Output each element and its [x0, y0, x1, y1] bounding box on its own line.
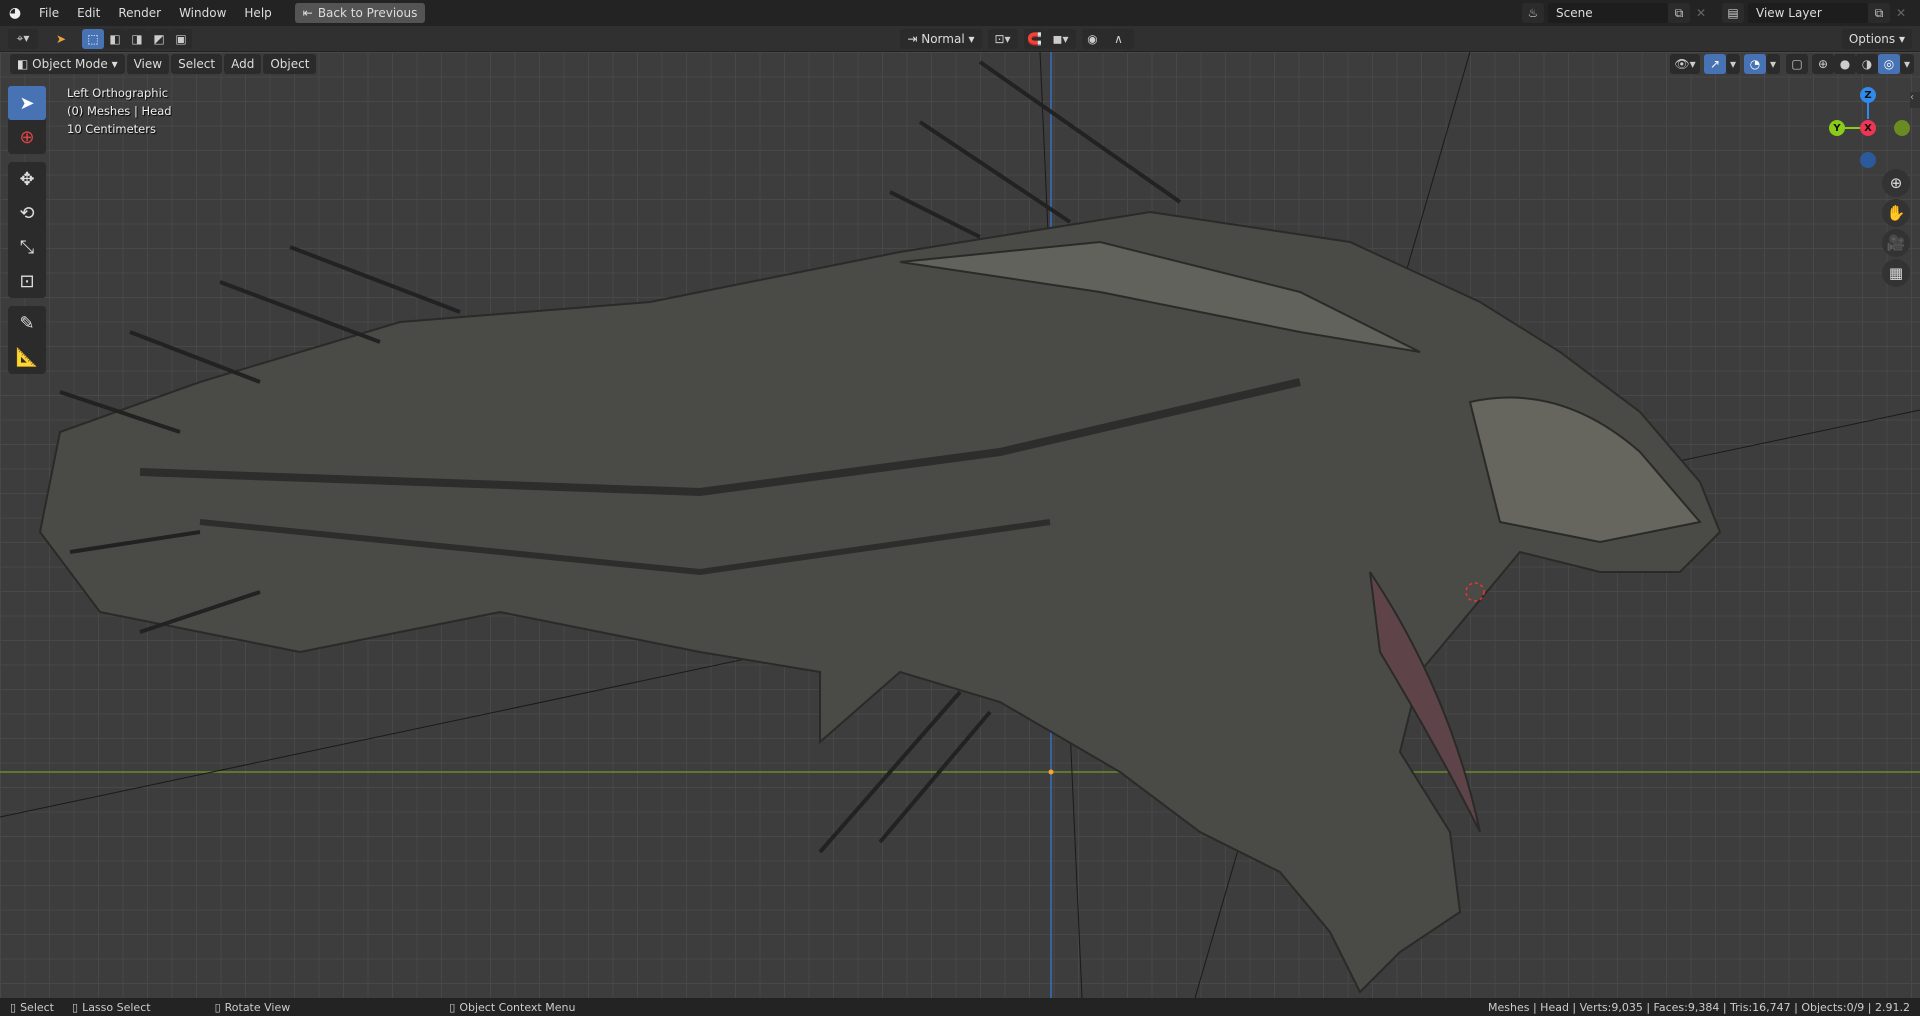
rotate-tool-icon[interactable]: ⟲ — [8, 196, 46, 230]
gizmo-z-axis[interactable]: Z — [1860, 87, 1876, 103]
blender-logo-icon[interactable]: ◕ — [0, 5, 30, 21]
wireframe-shading-icon[interactable]: ⊕ — [1812, 54, 1834, 74]
gizmo-z-line — [1867, 103, 1869, 119]
grid-scale: 10 Centimeters — [67, 122, 156, 136]
menu-help[interactable]: Help — [235, 6, 280, 20]
scale-tool-icon[interactable]: ⤡ — [8, 230, 46, 264]
ortho-toggle-grid-icon[interactable]: ▦ — [1882, 259, 1910, 287]
menu-window[interactable]: Window — [170, 6, 235, 20]
new-scene-icon[interactable]: ⧉ — [1668, 3, 1690, 23]
rendered-shading-icon[interactable]: ◎ — [1878, 54, 1900, 74]
gizmo-neg-z-axis[interactable] — [1860, 152, 1876, 168]
gizmo-toggle-icon[interactable]: ↗ — [1704, 54, 1726, 74]
back-label: Back to Previous — [317, 6, 418, 20]
viewport-header: ◧ Object Mode ▾ View Select Add Object 👁… — [0, 52, 1920, 76]
falloff-icon[interactable]: ∧ — [1103, 28, 1134, 49]
menu-file[interactable]: File — [30, 6, 68, 20]
scene-statistics: Meshes | Head | Verts:9,035 | Faces:9,38… — [1488, 1000, 1910, 1014]
proportional-edit-icon[interactable]: ◉ — [1081, 28, 1104, 49]
editor-type-icon[interactable]: ⌖▾ — [8, 28, 38, 49]
pan-view-icon[interactable]: ✋ — [1882, 199, 1910, 227]
view-layer-icon[interactable]: ▤ — [1722, 3, 1744, 23]
gizmo-y-axis[interactable]: Y — [1829, 120, 1845, 136]
material-shading-icon[interactable]: ◑ — [1856, 54, 1878, 74]
annotate-tool-icon[interactable]: ✎ — [8, 306, 46, 340]
camera-view-icon[interactable]: 🎥 — [1882, 229, 1910, 257]
pivot-point-icon[interactable]: ⊡▾ — [987, 28, 1018, 49]
sidebar-toggle-icon[interactable]: ‹ — [1910, 92, 1920, 108]
overlay-dropdown-icon[interactable]: ▾ — [1766, 54, 1780, 74]
scene-field[interactable]: Scene — [1548, 3, 1668, 23]
snap-icon[interactable]: 🧲 — [1023, 28, 1046, 49]
tool-settings-header: ⌖▾ ➤ ⬚ ◧ ◨ ◩ ▣ ⇥ Normal ▾ ⊡▾ 🧲 ◼▾ ◉ ∧ Op… — [0, 26, 1920, 52]
object-origin — [1048, 769, 1054, 775]
viewport-info: Left Orthographic (0) Meshes | Head 10 C… — [67, 84, 172, 138]
visibility-icon[interactable]: 👁▾ — [1670, 54, 1700, 74]
orientation-icon: ⇥ — [907, 31, 922, 46]
mode-label: Object Mode — [32, 57, 108, 71]
measure-tool-icon[interactable]: 📐 — [8, 340, 46, 374]
menu-add[interactable]: Add — [224, 54, 262, 74]
scene-canvas — [0, 52, 1920, 998]
toolbar-group-select: ➤ ⊕ — [8, 86, 46, 154]
options-dropdown[interactable]: Options ▾ — [1841, 28, 1913, 49]
gizmo-neg-y-axis[interactable] — [1894, 120, 1910, 136]
status-bar: ▯ Select ▯ Lasso Select ▯ Rotate View ▯ Obje… — [0, 998, 1920, 1016]
mouse-left-drag-icon: ▯ — [72, 1000, 79, 1014]
new-view-layer-icon[interactable]: ⧉ — [1868, 3, 1890, 23]
toolbar-group-annotate: ✎ 📐 — [8, 306, 46, 374]
xray-icon[interactable]: ▢ — [1786, 54, 1808, 74]
select-new-mode-icon[interactable]: ⬚ — [82, 28, 104, 49]
3d-viewport[interactable] — [0, 52, 1920, 998]
solid-shading-icon[interactable]: ● — [1834, 54, 1856, 74]
move-tool-icon[interactable]: ✥ — [8, 162, 46, 196]
remove-view-layer-icon[interactable]: ✕ — [1890, 3, 1912, 23]
gizmo-dropdown-icon[interactable]: ▾ — [1726, 54, 1740, 74]
status-select: Select — [20, 1000, 54, 1014]
menu-render[interactable]: Render — [109, 6, 170, 20]
object-mode-icon: ◧ — [17, 57, 33, 71]
menu-select[interactable]: Select — [171, 54, 223, 74]
top-menu-bar: ◕ File Edit Render Window Help ⇤ Back to … — [0, 0, 1920, 26]
gizmo-y-line — [1845, 127, 1860, 129]
zoom-view-icon[interactable]: ⊕ — [1882, 169, 1910, 197]
status-lasso: Lasso Select — [82, 1000, 151, 1014]
overlay-toggle-icon[interactable]: ◔ — [1744, 54, 1766, 74]
select-tool-icon[interactable]: ➤ — [50, 29, 72, 49]
transform-orientation-dropdown[interactable]: ⇥ Normal ▾ — [900, 28, 982, 49]
mode-dropdown[interactable]: ◧ Object Mode ▾ — [10, 54, 125, 74]
mouse-left-icon: ▯ — [10, 1000, 17, 1014]
gizmo-x-axis[interactable]: X — [1860, 120, 1876, 136]
options-label: Options — [1848, 31, 1896, 46]
menu-view[interactable]: View — [126, 54, 170, 74]
shading-dropdown-icon[interactable]: ▾ — [1900, 54, 1914, 74]
toolbar-group-transform: ✥ ⟲ ⤡ ⊡ — [8, 162, 46, 298]
select-box-tool-icon[interactable]: ➤ — [8, 86, 46, 120]
creature-mesh — [38, 210, 1722, 994]
back-icon: ⇤ — [302, 6, 313, 20]
status-rotate: Rotate View — [224, 1000, 291, 1014]
select-extend-mode-icon[interactable]: ◧ — [104, 28, 126, 49]
mouse-middle-icon: ▯ — [214, 1000, 221, 1014]
cursor-tool-icon[interactable]: ⊕ — [8, 120, 46, 154]
snap-target-icon[interactable]: ◼▾ — [1045, 28, 1076, 49]
menu-object[interactable]: Object — [263, 54, 317, 74]
mouse-right-icon: ▯ — [449, 1000, 456, 1014]
back-to-previous-button[interactable]: ⇤ Back to Previous — [294, 3, 426, 23]
select-intersect-mode-icon[interactable]: ▣ — [170, 28, 192, 49]
select-invert-mode-icon[interactable]: ◩ — [148, 28, 170, 49]
view-name: Left Orthographic — [67, 86, 169, 100]
orientation-label: Normal — [921, 31, 965, 46]
remove-scene-icon[interactable]: ✕ — [1690, 3, 1712, 23]
scene-selector-icon[interactable]: ♨ — [1522, 3, 1544, 23]
collection-info: (0) Meshes | Head — [67, 104, 172, 118]
status-context: Object Context Menu — [459, 1000, 576, 1014]
select-subtract-mode-icon[interactable]: ◨ — [126, 28, 148, 49]
view-layer-field[interactable]: View Layer — [1748, 3, 1868, 23]
transform-tool-icon[interactable]: ⊡ — [8, 264, 46, 298]
menu-edit[interactable]: Edit — [68, 6, 109, 20]
